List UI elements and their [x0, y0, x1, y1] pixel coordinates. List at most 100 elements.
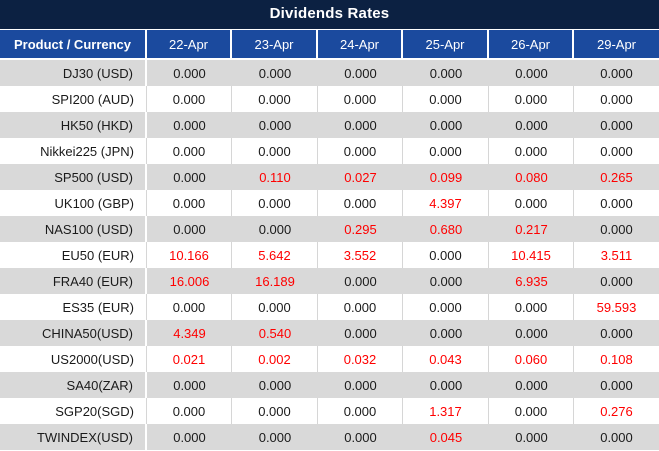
dividend-value: 4.397 — [403, 190, 489, 216]
dividend-value: 0.000 — [489, 294, 574, 320]
dividend-value: 0.000 — [147, 372, 232, 398]
dividend-value: 0.110 — [232, 164, 318, 190]
dividend-value: 0.000 — [403, 268, 489, 294]
table-row: EU50 (EUR) 10.166 5.642 3.552 0.000 10.415 3.5… — [0, 242, 659, 268]
dividend-value: 0.000 — [147, 138, 232, 164]
dividend-value: 0.000 — [147, 164, 232, 190]
dividend-value: 0.000 — [147, 60, 232, 86]
table-row: NAS100 (USD) 0.000 0.000 0.295 0.680 0.217 0.0… — [0, 216, 659, 242]
dividend-value: 0.000 — [574, 320, 659, 346]
dividend-value: 0.000 — [403, 320, 489, 346]
dividend-value: 0.000 — [318, 398, 403, 424]
dividend-value: 0.000 — [232, 424, 318, 450]
dividend-value: 0.000 — [574, 138, 659, 164]
dividend-value: 0.000 — [232, 294, 318, 320]
column-header-product-currency: Product / Currency — [0, 30, 147, 60]
table-body: DJ30 (USD) 0.000 0.000 0.000 0.000 0.000 0.000… — [0, 60, 659, 450]
dividend-value: 0.000 — [147, 294, 232, 320]
dividend-value: 10.166 — [147, 242, 232, 268]
dividend-value: 0.000 — [489, 424, 574, 450]
dividend-value: 1.317 — [403, 398, 489, 424]
dividend-value: 4.349 — [147, 320, 232, 346]
product-label: DJ30 (USD) — [0, 60, 147, 86]
dividend-value: 0.000 — [232, 86, 318, 112]
table-row: SPI200 (AUD) 0.000 0.000 0.000 0.000 0.000 0.0… — [0, 86, 659, 112]
product-label: SPI200 (AUD) — [0, 86, 147, 112]
dividend-value: 5.642 — [232, 242, 318, 268]
column-header-24-apr: 24-Apr — [318, 30, 403, 60]
dividend-value: 0.000 — [318, 294, 403, 320]
product-label: SGP20(SGD) — [0, 398, 147, 424]
dividend-value: 0.000 — [574, 372, 659, 398]
dividend-value: 0.002 — [232, 346, 318, 372]
dividend-value: 0.000 — [489, 398, 574, 424]
table-row: DJ30 (USD) 0.000 0.000 0.000 0.000 0.000 0.000 — [0, 60, 659, 86]
dividend-value: 16.006 — [147, 268, 232, 294]
dividend-value: 0.099 — [403, 164, 489, 190]
dividend-value: 0.000 — [232, 138, 318, 164]
dividend-value: 0.217 — [489, 216, 574, 242]
dividend-value: 0.000 — [574, 60, 659, 86]
dividend-value: 0.000 — [403, 112, 489, 138]
dividend-value: 0.000 — [147, 216, 232, 242]
dividend-value: 0.000 — [318, 86, 403, 112]
dividend-value: 0.000 — [489, 138, 574, 164]
dividend-value: 0.000 — [489, 112, 574, 138]
dividend-value: 0.000 — [232, 216, 318, 242]
product-label: Nikkei225 (JPN) — [0, 138, 147, 164]
dividend-value: 0.000 — [489, 86, 574, 112]
dividend-value: 0.000 — [574, 216, 659, 242]
table-row: TWINDEX(USD) 0.000 0.000 0.000 0.045 0.000 0.0… — [0, 424, 659, 450]
dividend-value: 0.000 — [318, 112, 403, 138]
dividend-value: 3.552 — [318, 242, 403, 268]
dividend-value: 0.000 — [232, 372, 318, 398]
product-label: EU50 (EUR) — [0, 242, 147, 268]
column-header-29-apr: 29-Apr — [574, 30, 659, 60]
dividends-rates-table: Product / Currency 22-Apr 23-Apr 24-Apr … — [0, 30, 659, 450]
dividend-value: 0.000 — [574, 86, 659, 112]
dividend-value: 6.935 — [489, 268, 574, 294]
dividend-value: 0.000 — [403, 138, 489, 164]
product-label: SA40(ZAR) — [0, 372, 147, 398]
dividend-value: 0.000 — [574, 112, 659, 138]
dividend-value: 0.000 — [403, 242, 489, 268]
table-row: FRA40 (EUR) 16.006 16.189 0.000 0.000 6.935 0.… — [0, 268, 659, 294]
dividend-value: 0.000 — [318, 320, 403, 346]
dividend-value: 0.000 — [147, 424, 232, 450]
dividend-value: 0.000 — [147, 190, 232, 216]
product-label: HK50 (HKD) — [0, 112, 147, 138]
dividend-value: 0.000 — [318, 424, 403, 450]
page-title: Dividends Rates — [0, 0, 659, 30]
dividend-value: 0.108 — [574, 346, 659, 372]
table-row: SGP20(SGD) 0.000 0.000 0.000 1.317 0.000 0.276 — [0, 398, 659, 424]
product-label: FRA40 (EUR) — [0, 268, 147, 294]
dividend-value: 0.540 — [232, 320, 318, 346]
dividend-value: 0.045 — [403, 424, 489, 450]
dividend-value: 0.000 — [147, 398, 232, 424]
dividend-value: 0.000 — [489, 320, 574, 346]
dividend-value: 0.000 — [232, 190, 318, 216]
dividend-value: 0.000 — [147, 86, 232, 112]
dividend-value: 10.415 — [489, 242, 574, 268]
column-header-25-apr: 25-Apr — [403, 30, 489, 60]
dividend-value: 0.000 — [574, 268, 659, 294]
dividend-value: 0.000 — [403, 60, 489, 86]
product-label: SP500 (USD) — [0, 164, 147, 190]
dividend-value: 0.000 — [232, 112, 318, 138]
table-row: Nikkei225 (JPN) 0.000 0.000 0.000 0.000 0.000… — [0, 138, 659, 164]
dividend-value: 0.276 — [574, 398, 659, 424]
table-row: SP500 (USD) 0.000 0.110 0.027 0.099 0.080 0.26… — [0, 164, 659, 190]
product-label: TWINDEX(USD) — [0, 424, 147, 450]
table-row: US2000(USD) 0.021 0.002 0.032 0.043 0.060 0.10… — [0, 346, 659, 372]
dividend-value: 0.000 — [232, 60, 318, 86]
dividend-value: 0.000 — [318, 268, 403, 294]
column-header-23-apr: 23-Apr — [232, 30, 318, 60]
table-row: ES35 (EUR) 0.000 0.000 0.000 0.000 0.000 59.59… — [0, 294, 659, 320]
product-label: US2000(USD) — [0, 346, 147, 372]
dividend-value: 0.000 — [318, 138, 403, 164]
table-row: UK100 (GBP) 0.000 0.000 0.000 4.397 0.000 0.00… — [0, 190, 659, 216]
dividend-value: 0.000 — [489, 372, 574, 398]
product-label: ES35 (EUR) — [0, 294, 147, 320]
dividend-value: 0.032 — [318, 346, 403, 372]
dividend-value: 0.000 — [489, 60, 574, 86]
